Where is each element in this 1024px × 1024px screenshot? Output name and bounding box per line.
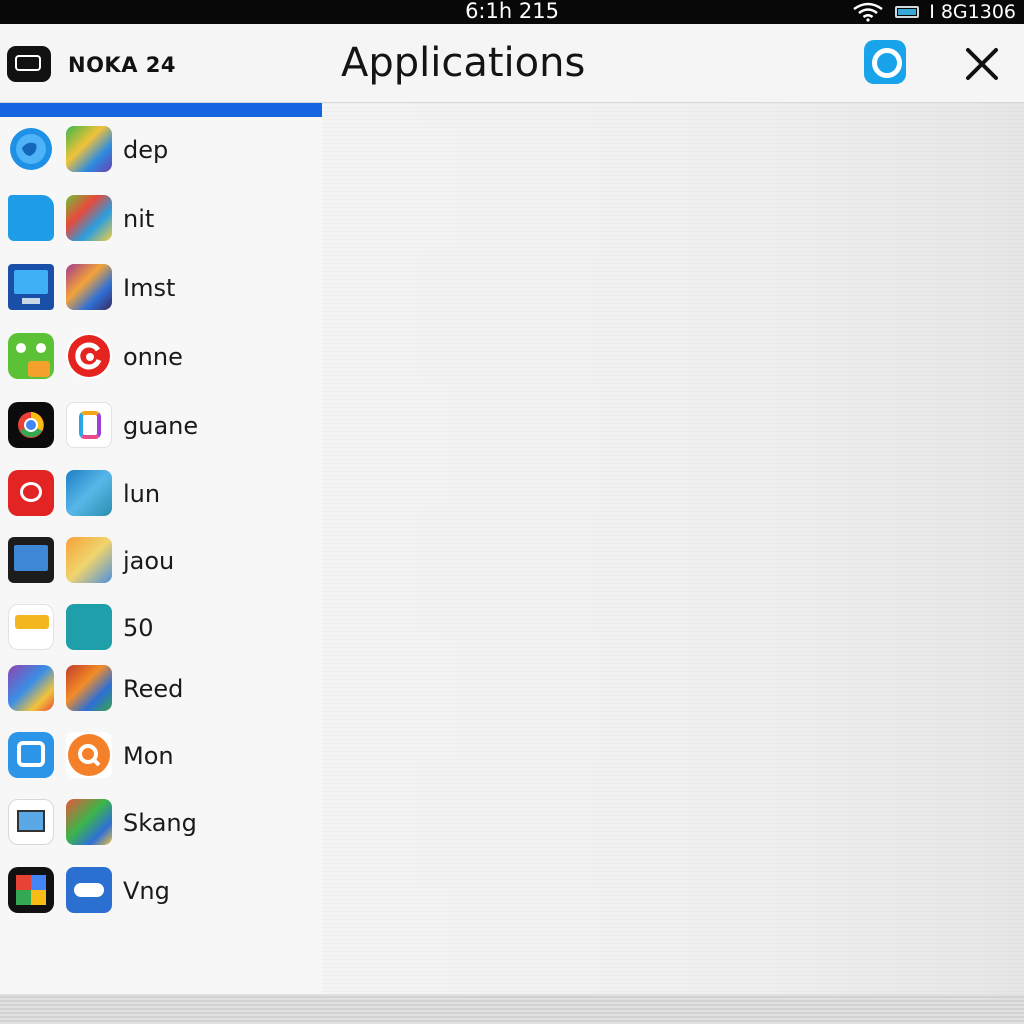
bottom-bar [0, 994, 1024, 1024]
google-app-icon [8, 867, 54, 913]
monitor-icon [8, 264, 54, 310]
game-icon [66, 665, 112, 711]
mail-icon [8, 604, 54, 650]
tv-icon [8, 537, 54, 583]
chrome-icon [8, 402, 54, 448]
game-icon [66, 799, 112, 845]
app-list-item[interactable]: guane [0, 396, 322, 456]
store-icon [66, 402, 112, 448]
app-label: Vng [123, 877, 170, 905]
tablet-icon [8, 799, 54, 845]
app-list-item[interactable]: Reed [0, 659, 322, 719]
app-list-item[interactable]: jaou [0, 531, 322, 591]
device-icon [7, 46, 51, 82]
app-label: Reed [123, 675, 184, 703]
red-app-icon [8, 470, 54, 516]
game-icon [8, 665, 54, 711]
cloud-icon [66, 867, 112, 913]
app-header: NOKA 24 Applications [0, 24, 1024, 103]
app-label: onne [123, 343, 183, 371]
page-title: Applications [341, 40, 586, 86]
selection-indicator [0, 103, 322, 117]
app-label: dep [123, 136, 169, 164]
refresh-icon [66, 333, 112, 379]
map-icon [66, 604, 112, 650]
app-list-item[interactable]: lun [0, 464, 322, 524]
app-label: 50 [123, 614, 154, 642]
content-panel [322, 103, 1024, 1024]
app-list-item[interactable]: dep [0, 120, 322, 180]
battery-icon [895, 6, 920, 18]
app-label: Skang [123, 809, 197, 837]
app-label: Imst [123, 274, 176, 302]
chat-icon [8, 732, 54, 778]
app-list-item[interactable]: Mon [0, 726, 322, 786]
robot-icon [8, 333, 54, 379]
app-label: jaou [123, 547, 175, 575]
app-list-item[interactable]: Imst [0, 258, 322, 318]
app-list-item[interactable]: nit [0, 189, 322, 249]
game-icon [66, 195, 112, 241]
app-label: guane [123, 412, 199, 440]
game-icon [66, 126, 112, 172]
game-icon [66, 264, 112, 310]
wifi-icon [853, 2, 883, 22]
app-list-item[interactable]: onne [0, 327, 322, 387]
status-bar: 6:1h 215 I 8G1306 [0, 0, 1024, 24]
photo-icon [66, 537, 112, 583]
app-label: Mon [123, 742, 174, 770]
device-name: NOKA 24 [68, 53, 176, 77]
app-list-item[interactable]: Vng [0, 861, 322, 921]
search-app-icon [66, 732, 112, 778]
app-label: lun [123, 480, 161, 508]
close-icon[interactable] [962, 44, 1002, 84]
app-list-item[interactable]: 50 [0, 598, 322, 658]
status-text: I 8G1306 [929, 1, 1016, 23]
search-button[interactable] [864, 40, 906, 84]
globe-icon [8, 126, 54, 172]
folder-icon [8, 195, 54, 241]
app-list-item[interactable]: Skang [0, 793, 322, 853]
app-list-panel: dep nit Imst onne guane lun jaou 50 Reed… [0, 103, 322, 1024]
status-indicators: I 8G1306 [851, 0, 1016, 24]
game-icon [66, 470, 112, 516]
app-label: nit [123, 205, 155, 233]
